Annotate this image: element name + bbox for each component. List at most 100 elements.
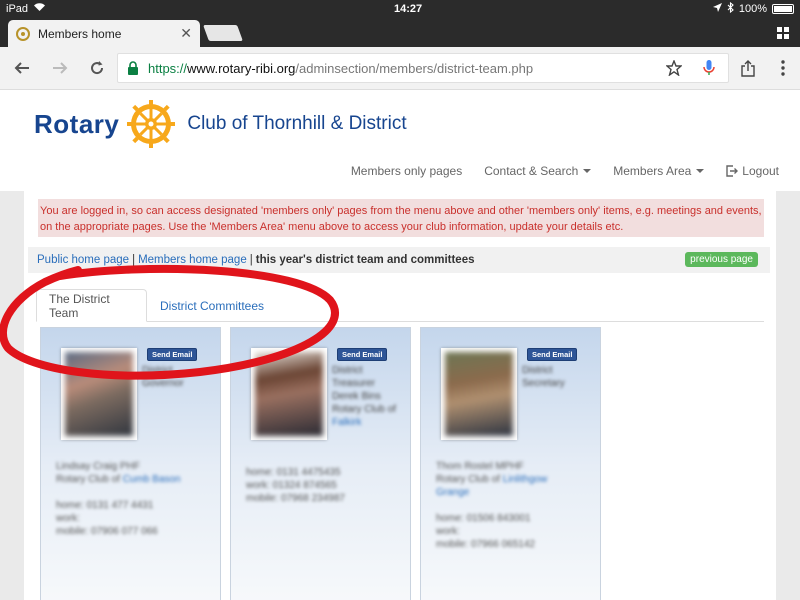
member-mobile: mobile: 07906 077 066 [56, 526, 158, 537]
member-role: District Secretary [522, 364, 596, 390]
club-name: Club of Thornhill & District [187, 113, 407, 134]
rotary-wheel-icon [127, 100, 176, 148]
chevron-down-icon [583, 169, 592, 173]
club-link[interactable]: Grange [436, 486, 596, 499]
clock: 14:27 [394, 2, 423, 15]
new-tab-button[interactable] [203, 25, 243, 41]
wifi-icon [33, 2, 46, 15]
member-mobile: mobile: 07968 234987 [246, 493, 345, 504]
device-name: iPad [6, 2, 29, 15]
url-host: www.rotary-ribi.org [187, 60, 296, 76]
role-line: District [522, 365, 553, 376]
tab-district-team[interactable]: The District Team [36, 289, 147, 322]
browser-toolbar: https:// www.rotary-ribi.org /adminsecti… [0, 47, 800, 90]
share-icon[interactable] [737, 57, 759, 79]
nav-contact-search[interactable]: Contact & Search [473, 164, 602, 178]
breadcrumb-separator: | [132, 254, 136, 266]
logout-icon [726, 165, 739, 177]
member-home-phone: home: 0131 4475435 [246, 467, 341, 478]
main-nav: Members only pages Contact & Search Memb… [340, 164, 790, 178]
chevron-down-icon [696, 169, 705, 173]
logo-wordmark: Rotary [34, 108, 120, 139]
address-bar[interactable]: https:// www.rotary-ribi.org /adminsecti… [117, 53, 729, 83]
forward-icon[interactable] [49, 57, 71, 79]
previous-page-button[interactable]: previous page [685, 252, 758, 267]
nav-logout[interactable]: Logout [715, 164, 790, 178]
web-page: Rotary Club of Thornhill & District Memb… [0, 90, 800, 600]
breadcrumb-current: this year's district team and committees [255, 254, 475, 266]
nav-members-area[interactable]: Members Area [602, 164, 715, 178]
battery-percent: 100% [738, 2, 767, 15]
breadcrumb: Public home page | Members home page | t… [28, 247, 770, 273]
member-details: home: 0131 4475435 work: 01324 874565 mo… [246, 466, 406, 505]
content-area: You are logged in, so can access designa… [0, 191, 800, 600]
rotary-favicon-icon [16, 26, 30, 41]
content-panel: You are logged in, so can access designa… [24, 191, 776, 600]
screen: iPad 14:27 100% Members home ✕ https:// … [0, 0, 800, 600]
breadcrumb-public-home-link[interactable]: Public home page [37, 254, 129, 266]
role-line: Treasurer [332, 378, 375, 389]
bookmark-star-icon[interactable] [663, 57, 685, 79]
microphone-icon[interactable] [698, 57, 720, 79]
battery-icon [772, 3, 794, 14]
tab-district-committees[interactable]: District Committees [148, 289, 276, 322]
back-icon[interactable] [11, 57, 33, 79]
role-line: District [142, 365, 173, 376]
send-email-button[interactable]: Send Email [147, 348, 198, 361]
member-home-phone: home: 01506 843001 [436, 513, 531, 524]
member-work-phone: work: [56, 513, 80, 524]
url-scheme: https:// [148, 60, 188, 76]
nav-members-only-label: Members only pages [350, 164, 463, 178]
member-details: Lindsay Craig PHF Rotary Club of Cumb Ba… [56, 460, 216, 538]
bluetooth-icon [727, 1, 734, 16]
club-link[interactable]: Linlithgow [503, 474, 547, 485]
club-link[interactable]: Cumb Bason [123, 474, 181, 485]
member-home-phone: home: 0131 477 4431 [56, 500, 154, 511]
nav-contact-label: Contact & Search [484, 164, 579, 178]
login-alert: You are logged in, so can access designa… [38, 199, 764, 237]
team-tabs: The District Team District Committees [36, 289, 764, 322]
close-tab-icon[interactable]: ✕ [180, 25, 192, 42]
member-mobile: mobile: 07966 065142 [436, 539, 535, 550]
tab-strip: Members home ✕ [0, 17, 800, 47]
nav-logout-label: Logout [742, 164, 779, 178]
overflow-menu-icon[interactable] [772, 57, 794, 79]
member-photo [251, 348, 327, 440]
member-work-phone: work: 01324 874565 [246, 480, 337, 491]
member-details: Thom Rostel MPHF Rotary Club of Linlithg… [436, 460, 596, 551]
member-role: District Treasurer Derek Bins Rotary Clu… [332, 364, 406, 429]
reload-icon[interactable] [86, 57, 108, 79]
member-card: Send Email District Treasurer Derek Bins… [230, 327, 411, 600]
browser-tab-title: Members home [38, 26, 122, 41]
club-link[interactable]: Falkirk [332, 416, 406, 429]
lock-icon [128, 61, 138, 75]
url-path: /adminsection/members/district-team.php [295, 60, 534, 76]
member-work-phone: work: [436, 526, 460, 537]
browser-tab-active[interactable]: Members home ✕ [8, 20, 200, 47]
member-card: Send Email District Secretary Thom Roste… [420, 327, 601, 600]
role-line: Secretary [522, 378, 565, 389]
send-email-button[interactable]: Send Email [337, 348, 388, 361]
battery-fill [774, 5, 792, 12]
role-line: Governor [142, 378, 184, 389]
breadcrumb-separator: | [249, 254, 253, 266]
location-icon [712, 2, 722, 15]
role-line: Rotary Club of [332, 404, 396, 415]
nav-members-only-pages[interactable]: Members only pages [340, 164, 473, 178]
member-name: Thom Rostel MPHF [436, 461, 524, 472]
member-photo [441, 348, 517, 440]
role-line: Derek Bins [332, 391, 381, 402]
member-card: Send Email District Governor Lindsay Cra… [40, 327, 221, 600]
tab-switcher-icon[interactable] [776, 26, 790, 40]
send-email-button[interactable]: Send Email [527, 348, 578, 361]
role-line: District [332, 365, 363, 376]
member-name: Lindsay Craig PHF [56, 461, 140, 472]
member-photo [61, 348, 137, 440]
member-club: Rotary Club of Linlithgow [436, 474, 548, 485]
breadcrumb-members-home-link[interactable]: Members home page [138, 254, 247, 266]
status-bar: iPad 14:27 100% [0, 0, 800, 17]
member-club: Rotary Club of Cumb Bason [56, 474, 181, 485]
nav-members-area-label: Members Area [613, 164, 692, 178]
member-role: District Governor [142, 364, 216, 390]
site-logo[interactable]: Rotary Club of Thornhill & District [34, 98, 407, 150]
